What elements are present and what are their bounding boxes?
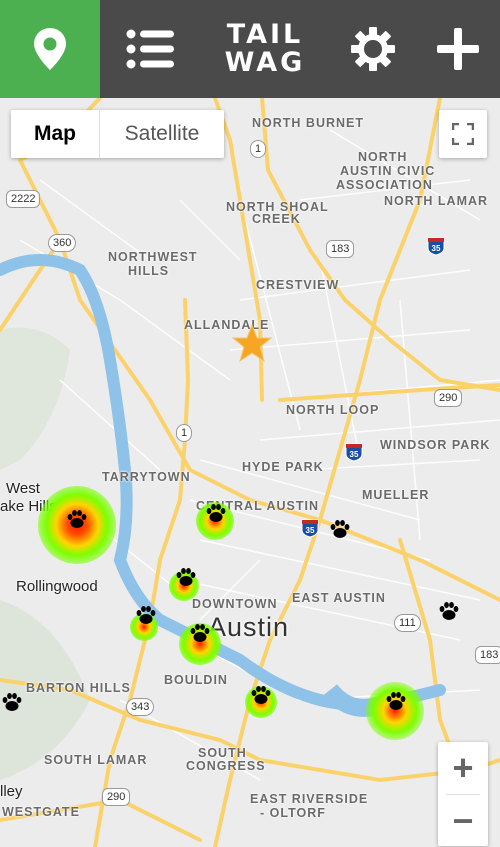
paw-icon[interactable]: [328, 517, 352, 541]
paw-icon[interactable]: [65, 507, 89, 531]
add-button[interactable]: [415, 0, 500, 98]
label-valley: lley: [0, 783, 23, 800]
label-rollingwood: Rollingwood: [16, 578, 98, 595]
interstate-shield-icon: 35: [345, 443, 363, 462]
paw-icon[interactable]: [188, 621, 212, 645]
label-crestview: CRESTVIEW: [256, 278, 340, 292]
road-shield-360: 360: [48, 234, 77, 252]
label-tarrytown: TARRYTOWN: [102, 470, 191, 484]
paw-icon[interactable]: [384, 689, 408, 713]
road-shield-1-mid: 1: [176, 424, 193, 442]
label-north-austin-civic-3: ASSOCIATION: [336, 178, 433, 192]
paw-icon[interactable]: [174, 565, 198, 589]
paw-icon[interactable]: [249, 683, 273, 707]
label-south-congress-2: CONGRESS: [186, 759, 266, 773]
label-north-austin-civic-1: NORTH: [358, 150, 408, 164]
map-type-control: Map Satellite: [11, 110, 224, 158]
label-north-lamar: NORTH LAMAR: [384, 194, 489, 208]
label-northwest-hills-2: HILLS: [128, 264, 170, 278]
label-north-loop: NORTH LOOP: [286, 403, 380, 417]
label-south-lamar: SOUTH LAMAR: [44, 753, 148, 767]
paw-icon[interactable]: [0, 690, 24, 714]
list-view-button[interactable]: [100, 0, 200, 98]
paw-icon[interactable]: [134, 603, 158, 627]
road-shield-1-top: 1: [250, 140, 267, 158]
label-south-congress-1: SOUTH: [198, 746, 247, 760]
zoom-in-button[interactable]: +: [438, 742, 488, 794]
label-east-austin: EAST AUSTIN: [292, 591, 386, 605]
top-nav-bar: TAIL WAG: [0, 0, 500, 98]
label-north-austin-civic-2: AUSTIN CIVIC: [340, 164, 436, 178]
map-view-button[interactable]: [0, 0, 100, 98]
label-windsor-park: WINDSOR PARK: [380, 438, 491, 452]
app-logo: TAIL WAG: [200, 0, 330, 98]
paw-icon[interactable]: [204, 501, 228, 525]
interstate-shield-icon: 35: [301, 519, 319, 538]
logo-line-1: TAIL: [226, 19, 304, 50]
map-pin-icon: [34, 28, 66, 70]
map-canvas[interactable]: NORTH BURNET NORTH AUSTIN CIVIC ASSOCIAT…: [0, 98, 500, 847]
label-westgate: WESTGATE: [2, 805, 80, 819]
road-shield-111: 111: [394, 614, 421, 632]
road-shield-290-east: 290: [434, 389, 463, 407]
fullscreen-button[interactable]: [439, 110, 487, 158]
label-barton-hills: BARTON HILLS: [26, 681, 131, 695]
road-shield-2222: 2222: [6, 190, 41, 208]
label-bouldin: BOULDIN: [164, 673, 228, 687]
road-shield-290-south: 290: [102, 788, 131, 806]
zoom-out-button[interactable]: −: [438, 795, 488, 847]
settings-button[interactable]: [330, 0, 415, 98]
zoom-control: + −: [438, 742, 488, 846]
label-west-lake-hills-1: West: [6, 480, 40, 497]
interstate-shield-icon: 35: [427, 237, 445, 256]
road-shield-343: 343: [126, 698, 155, 716]
label-east-riverside-2: - OLTORF: [260, 806, 326, 820]
label-northwest-hills-1: NORTHWEST: [108, 250, 198, 264]
label-north-shoal-creek-2: CREEK: [252, 212, 301, 226]
gear-icon: [350, 27, 395, 71]
label-mueller: MUELLER: [362, 488, 430, 502]
road-shield-183-right: 183: [475, 646, 500, 664]
road-shield-183: 183: [326, 240, 355, 258]
logo-line-2: WAG: [224, 47, 306, 78]
svg-text:35: 35: [306, 526, 315, 535]
svg-text:35: 35: [350, 450, 359, 459]
label-east-riverside-1: EAST RIVERSIDE: [250, 792, 369, 806]
svg-text:35: 35: [432, 244, 441, 253]
list-icon: [126, 29, 174, 69]
paw-icon[interactable]: [437, 599, 461, 623]
map-type-map-button[interactable]: Map: [11, 110, 100, 158]
label-north-burnet: NORTH BURNET: [252, 116, 364, 130]
star-icon[interactable]: [232, 323, 272, 363]
label-downtown: DOWNTOWN: [192, 597, 278, 611]
plus-icon: [436, 28, 479, 70]
map-type-satellite-button[interactable]: Satellite: [100, 110, 224, 158]
label-hyde-park: HYDE PARK: [242, 460, 324, 474]
fullscreen-icon: [452, 123, 474, 145]
